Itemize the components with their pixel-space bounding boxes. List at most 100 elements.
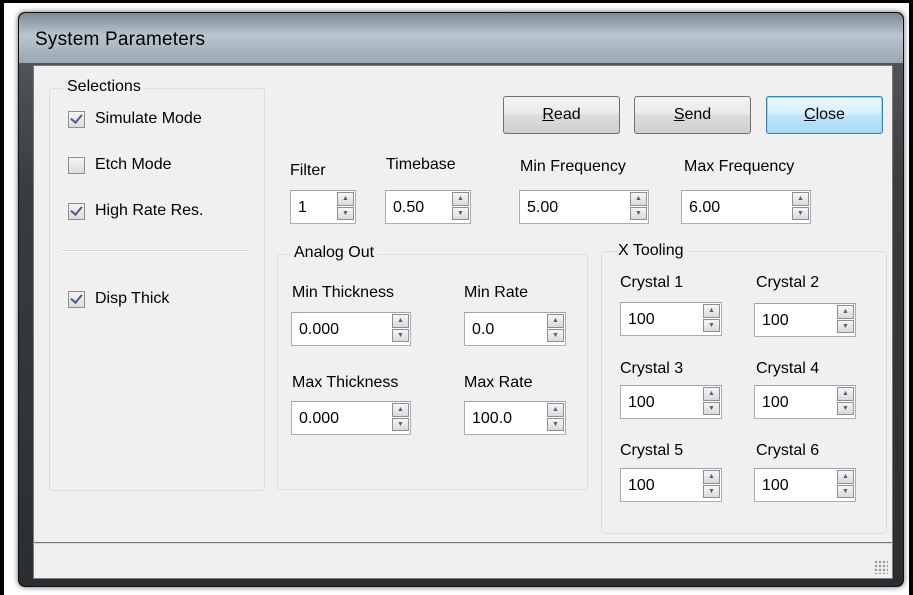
resize-grip-icon[interactable] <box>874 560 888 574</box>
min-thickness-value[interactable]: 0.000 <box>299 321 339 339</box>
spin-up-icon[interactable]: ▲ <box>703 470 720 484</box>
crystal-4-spinbox[interactable]: 100 ▲ ▼ <box>754 385 856 419</box>
spin-up-icon[interactable]: ▲ <box>392 403 409 417</box>
etch-mode-label: Etch Mode <box>95 156 172 173</box>
spin-up-icon[interactable]: ▲ <box>703 387 720 401</box>
spin-up-icon[interactable]: ▲ <box>452 192 469 206</box>
crystal-5-label: Crystal 5 <box>620 442 684 459</box>
min-rate-spinbox[interactable]: 0.0 ▲ ▼ <box>464 312 566 346</box>
dialog-client-area: Selections Simulate Mode Etch Mode High … <box>33 65 893 543</box>
min-frequency-label: Min Frequency <box>520 158 626 175</box>
send-button[interactable]: Send <box>634 96 751 134</box>
crystal-3-spinbox[interactable]: 100 ▲ ▼ <box>620 385 722 419</box>
crystal-5-spinbox[interactable]: 100 ▲ ▼ <box>620 468 722 502</box>
max-thickness-spinbox[interactable]: 0.000 ▲ ▼ <box>291 401 411 435</box>
crystal-3-label: Crystal 3 <box>620 360 684 377</box>
spin-up-icon[interactable]: ▲ <box>792 192 809 206</box>
title-bar[interactable]: System Parameters <box>19 13 903 63</box>
system-parameters-window: System Parameters Selections Simulate Mo… <box>18 12 904 587</box>
spin-down-icon[interactable]: ▼ <box>703 401 720 415</box>
close-accel-key: C <box>804 106 816 123</box>
spin-down-icon[interactable]: ▼ <box>837 319 854 333</box>
spin-down-icon[interactable]: ▼ <box>547 417 564 431</box>
etch-mode-checkbox-box[interactable] <box>68 156 85 174</box>
filter-spinbox[interactable]: 1 ▲ ▼ <box>290 190 356 224</box>
background-edge-left <box>0 0 4 595</box>
spin-up-icon[interactable]: ▲ <box>703 304 720 318</box>
min-rate-value[interactable]: 0.0 <box>472 321 494 339</box>
disp-thick-label: Disp Thick <box>95 290 170 307</box>
analog-out-group-label: Analog Out <box>291 244 378 262</box>
min-thickness-label: Min Thickness <box>292 284 394 301</box>
send-accel-key: S <box>673 106 685 123</box>
spin-down-icon[interactable]: ▼ <box>392 328 409 342</box>
spin-up-icon[interactable]: ▲ <box>630 192 647 206</box>
crystal-3-value[interactable]: 100 <box>628 394 655 412</box>
spin-up-icon[interactable]: ▲ <box>547 314 564 328</box>
disp-thick-checkbox-box[interactable] <box>68 290 85 308</box>
high-rate-res-checkbox-box[interactable] <box>68 202 85 220</box>
max-rate-value[interactable]: 100.0 <box>472 410 512 428</box>
spin-up-icon[interactable]: ▲ <box>337 192 354 206</box>
min-rate-label: Min Rate <box>464 284 529 301</box>
max-frequency-label: Max Frequency <box>684 158 795 175</box>
simulate-mode-label: Simulate Mode <box>95 110 202 127</box>
spin-down-icon[interactable]: ▼ <box>452 206 469 220</box>
filter-label: Filter <box>290 162 326 179</box>
max-rate-spinbox[interactable]: 100.0 ▲ ▼ <box>464 401 566 435</box>
x-tooling-group-label: X Tooling <box>615 242 687 260</box>
timebase-label: Timebase <box>386 156 456 173</box>
selections-group-label: Selections <box>64 78 144 96</box>
simulate-mode-checkbox-box[interactable] <box>68 110 85 128</box>
spin-down-icon[interactable]: ▼ <box>547 328 564 342</box>
simulate-mode-checkbox[interactable]: Simulate Mode <box>68 110 202 128</box>
spin-down-icon[interactable]: ▼ <box>837 484 854 498</box>
timebase-value[interactable]: 0.50 <box>393 199 424 217</box>
spin-down-icon[interactable]: ▼ <box>337 206 354 220</box>
spin-down-icon[interactable]: ▼ <box>703 484 720 498</box>
etch-mode-checkbox[interactable]: Etch Mode <box>68 156 171 174</box>
crystal-6-value[interactable]: 100 <box>762 477 789 495</box>
spin-down-icon[interactable]: ▼ <box>630 206 647 220</box>
close-button[interactable]: Close <box>766 96 883 134</box>
max-thickness-value[interactable]: 0.000 <box>299 410 339 428</box>
background-edge-right <box>909 0 913 595</box>
crystal-2-value[interactable]: 100 <box>762 312 789 330</box>
spin-up-icon[interactable]: ▲ <box>837 387 854 401</box>
filter-value[interactable]: 1 <box>298 199 307 217</box>
spin-down-icon[interactable]: ▼ <box>837 401 854 415</box>
read-button[interactable]: Read <box>503 96 620 134</box>
crystal-2-spinbox[interactable]: 100 ▲ ▼ <box>754 303 856 337</box>
max-thickness-label: Max Thickness <box>292 374 399 391</box>
high-rate-res-checkbox[interactable]: High Rate Res. <box>68 202 204 220</box>
timebase-spinbox[interactable]: 0.50 ▲ ▼ <box>385 190 471 224</box>
max-frequency-spinbox[interactable]: 6.00 ▲ ▼ <box>681 190 811 224</box>
read-accel-key: R <box>542 106 554 123</box>
crystal-1-spinbox[interactable]: 100 ▲ ▼ <box>620 302 722 336</box>
status-bar <box>33 543 893 579</box>
max-rate-label: Max Rate <box>464 374 533 391</box>
crystal-1-label: Crystal 1 <box>620 274 684 291</box>
crystal-6-spinbox[interactable]: 100 ▲ ▼ <box>754 468 856 502</box>
spin-up-icon[interactable]: ▲ <box>837 470 854 484</box>
min-frequency-value[interactable]: 5.00 <box>527 199 558 217</box>
background-edge-top <box>0 0 913 3</box>
min-thickness-spinbox[interactable]: 0.000 ▲ ▼ <box>291 312 411 346</box>
crystal-2-label: Crystal 2 <box>756 274 820 291</box>
crystal-5-value[interactable]: 100 <box>628 477 655 495</box>
selections-separator <box>62 250 248 252</box>
spin-up-icon[interactable]: ▲ <box>837 305 854 319</box>
crystal-4-value[interactable]: 100 <box>762 394 789 412</box>
crystal-1-value[interactable]: 100 <box>628 311 655 329</box>
spin-down-icon[interactable]: ▼ <box>792 206 809 220</box>
spin-down-icon[interactable]: ▼ <box>703 318 720 332</box>
max-frequency-value[interactable]: 6.00 <box>689 199 720 217</box>
high-rate-res-label: High Rate Res. <box>95 202 204 219</box>
min-frequency-spinbox[interactable]: 5.00 ▲ ▼ <box>519 190 649 224</box>
window-title: System Parameters <box>35 29 206 50</box>
spin-down-icon[interactable]: ▼ <box>392 417 409 431</box>
crystal-4-label: Crystal 4 <box>756 360 820 377</box>
spin-up-icon[interactable]: ▲ <box>392 314 409 328</box>
spin-up-icon[interactable]: ▲ <box>547 403 564 417</box>
disp-thick-checkbox[interactable]: Disp Thick <box>68 290 169 308</box>
